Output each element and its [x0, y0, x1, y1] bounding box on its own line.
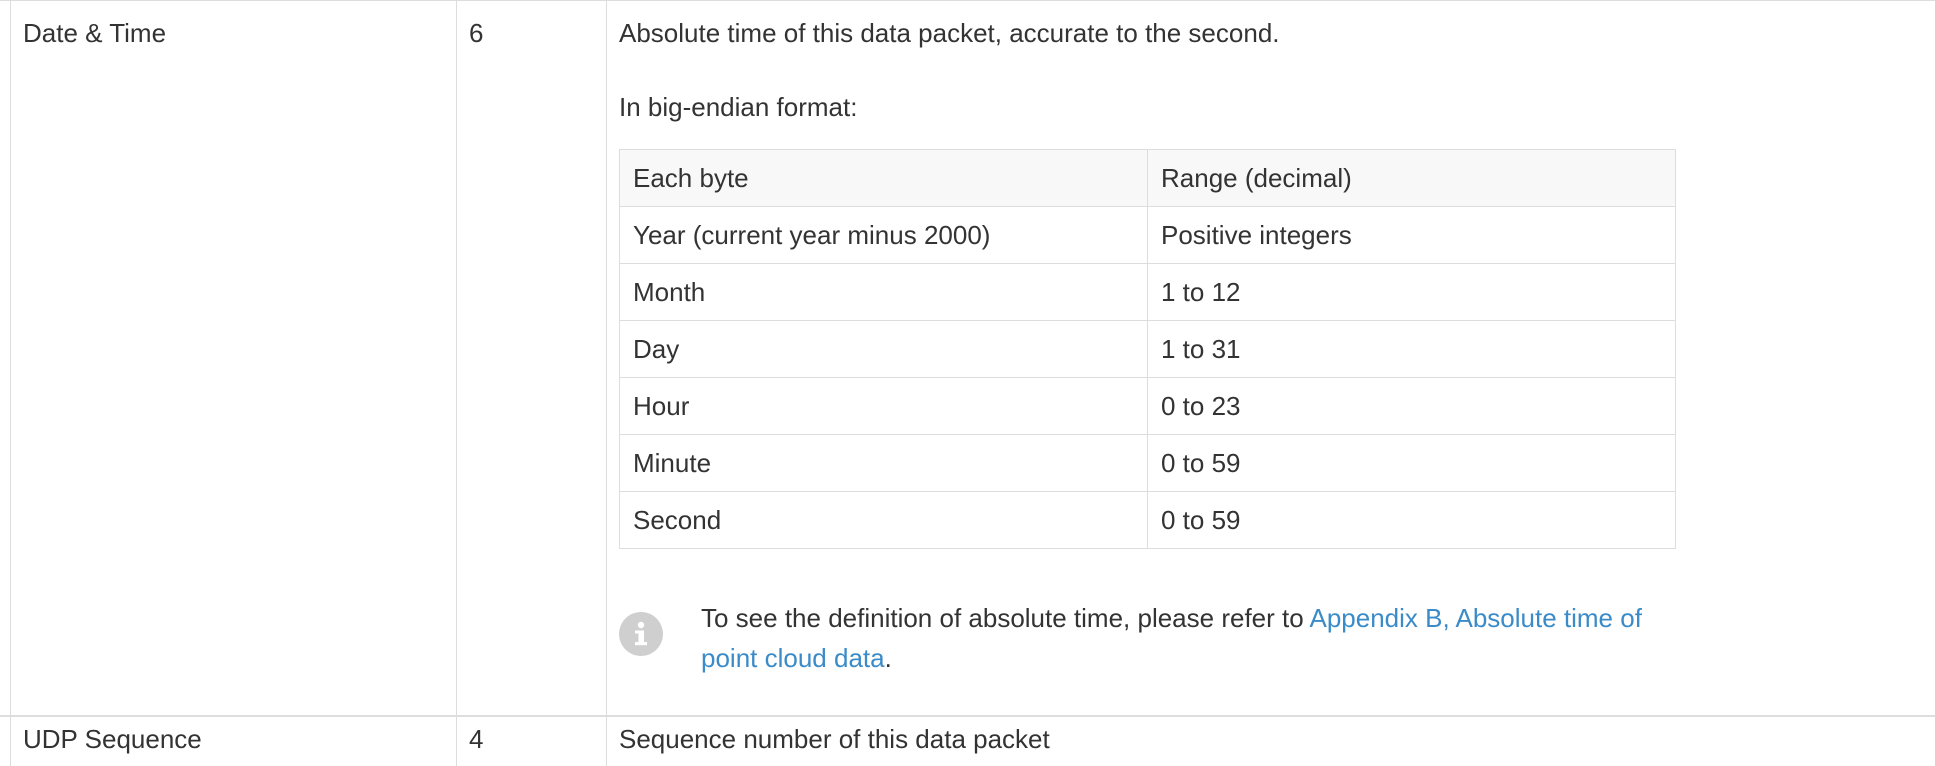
byte-table-row: Month 1 to 12 — [619, 263, 1676, 321]
field-name-cell: UDP Sequence — [10, 717, 457, 766]
field-size-cell: 4 — [457, 717, 607, 766]
spec-table: Date & Time 6 Absolute time of this data… — [0, 0, 1935, 766]
note-text-before: To see the definition of absolute time, … — [701, 603, 1310, 633]
byte-range: 0 to 59 — [1147, 491, 1676, 549]
byte-name: Minute — [619, 434, 1148, 492]
info-icon — [619, 612, 663, 656]
field-size: 6 — [469, 18, 484, 48]
header-each-byte: Each byte — [619, 149, 1148, 207]
header-range: Range (decimal) — [1147, 149, 1676, 207]
info-note: To see the definition of absolute time, … — [619, 600, 1919, 680]
byte-table-header-row: Each byte Range (decimal) — [619, 149, 1676, 207]
byte-name: Hour — [619, 377, 1148, 435]
table-row: UDP Sequence 4 Sequence number of this d… — [0, 716, 1935, 766]
byte-table-row: Hour 0 to 23 — [619, 377, 1676, 435]
byte-table-row: Day 1 to 31 — [619, 320, 1676, 378]
byte-name: Day — [619, 320, 1148, 378]
field-name: UDP Sequence — [23, 724, 202, 754]
note-text-after: . — [884, 643, 892, 673]
byte-range: 1 to 12 — [1147, 263, 1676, 321]
byte-range: 0 to 59 — [1147, 434, 1676, 492]
byte-table-row: Year (current year minus 2000) Positive … — [619, 206, 1676, 264]
field-size: 4 — [469, 724, 484, 754]
byte-range-table: Each byte Range (decimal) Year (current … — [619, 149, 1676, 549]
field-name-cell: Date & Time — [10, 1, 457, 715]
description-text: Sequence number of this data packet — [619, 724, 1050, 754]
byte-name: Month — [619, 263, 1148, 321]
byte-name: Second — [619, 491, 1148, 549]
byte-range: 0 to 23 — [1147, 377, 1676, 435]
description-text: Absolute time of this data packet, accur… — [619, 18, 1280, 48]
format-text: In big-endian format: — [619, 92, 858, 122]
byte-name: Year (current year minus 2000) — [619, 206, 1148, 264]
field-description-cell: Sequence number of this data packet — [607, 717, 1935, 766]
note-text: To see the definition of absolute time, … — [701, 598, 1701, 678]
byte-range: Positive integers — [1147, 206, 1676, 264]
byte-table-row: Second 0 to 59 — [619, 491, 1676, 549]
byte-range: 1 to 31 — [1147, 320, 1676, 378]
byte-table-row: Minute 0 to 59 — [619, 434, 1676, 492]
field-name: Date & Time — [23, 18, 167, 48]
field-size-cell: 6 — [457, 1, 607, 715]
